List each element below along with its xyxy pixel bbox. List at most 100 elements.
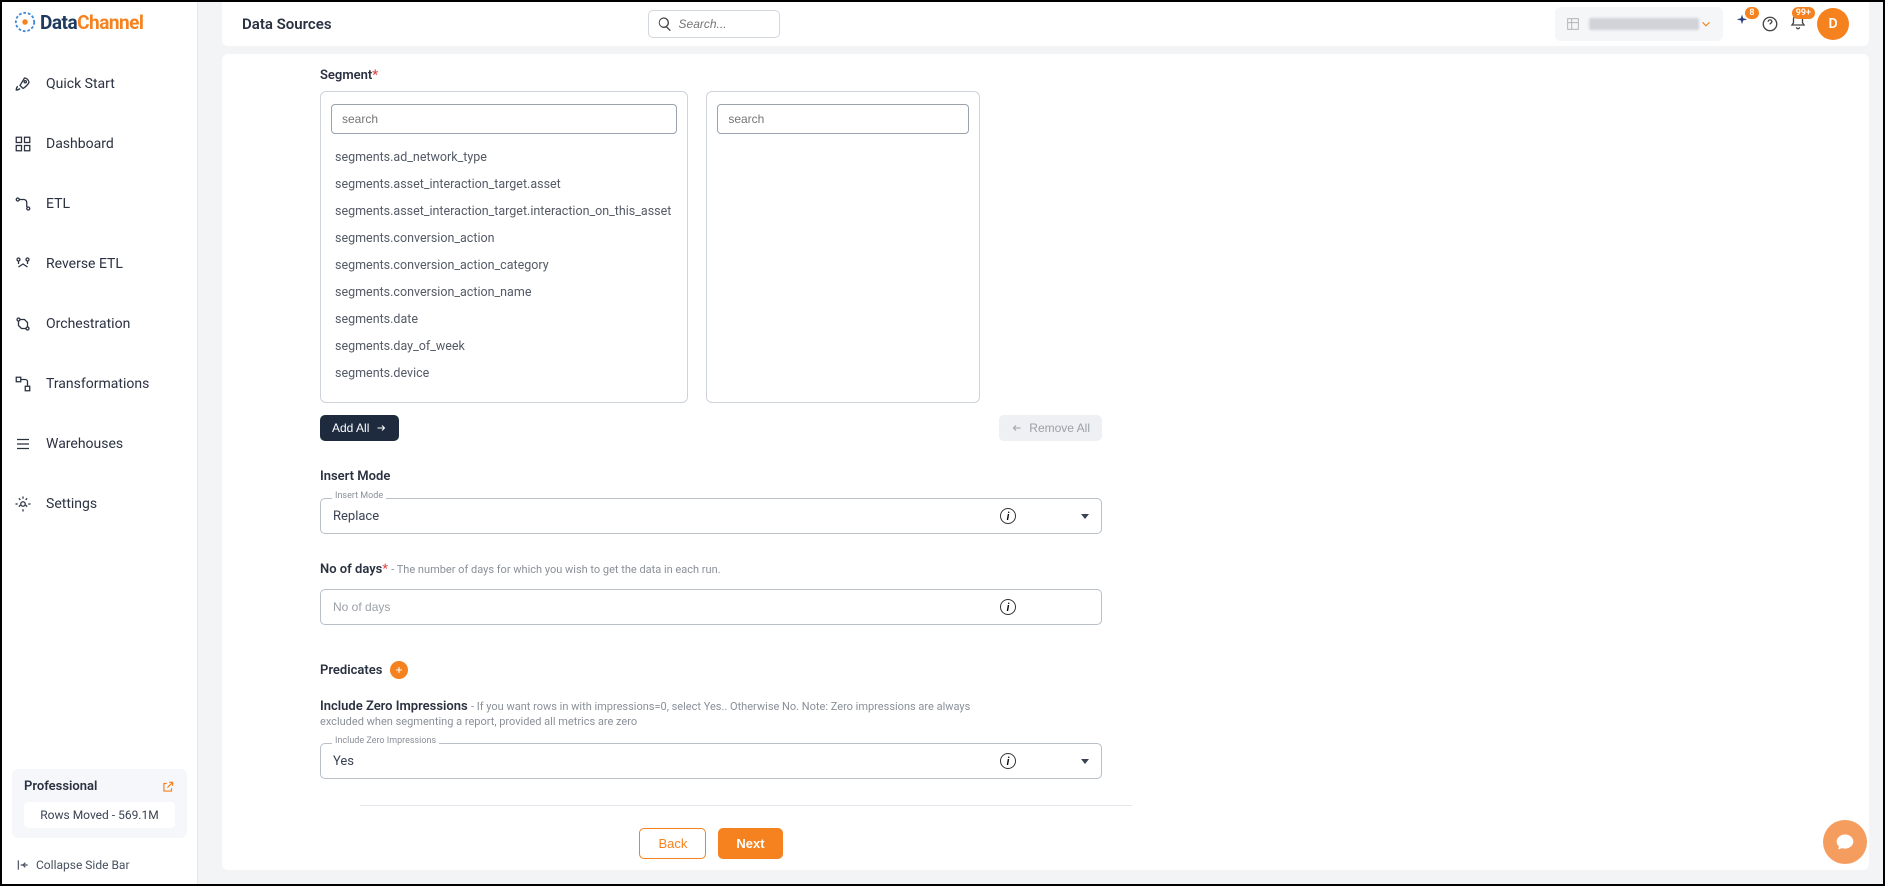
- nav-quick-start[interactable]: Quick Start: [2, 64, 197, 104]
- segment-item[interactable]: segments.date: [331, 306, 675, 333]
- sparkle-badge: 8: [1745, 7, 1759, 19]
- chat-icon: [1835, 832, 1855, 852]
- nav-transformations[interactable]: Transformations: [2, 364, 197, 404]
- no-of-days-help: - The number of days for which you wish …: [391, 563, 720, 576]
- etl-icon: [14, 195, 32, 213]
- back-button[interactable]: Back: [639, 828, 706, 859]
- plan-title: Professional: [24, 779, 175, 794]
- insert-mode-field: Insert Mode Replace i: [320, 498, 980, 534]
- org-icon: [1565, 16, 1581, 32]
- sparkle-button[interactable]: 8: [1733, 13, 1751, 35]
- nav-label: Settings: [46, 496, 97, 512]
- add-predicate-button[interactable]: [390, 661, 408, 679]
- help-icon[interactable]: [1761, 15, 1779, 33]
- selected-items[interactable]: [717, 144, 969, 388]
- caret-down-icon: [1081, 514, 1089, 519]
- plan-card: Professional Rows Moved - 569.1M: [12, 769, 187, 838]
- nav-label: ETL: [46, 196, 70, 212]
- include-zero-float: Include Zero Impressions: [332, 736, 439, 746]
- segment-item[interactable]: segments.conversion_action_name: [331, 279, 675, 306]
- logo-text: DataChannel: [40, 11, 143, 34]
- workspace-selector[interactable]: [1555, 7, 1723, 41]
- available-search[interactable]: [331, 104, 677, 134]
- sidebar: DataChannel Quick Start Dashboard ETL Re…: [2, 2, 198, 884]
- nav-etl[interactable]: ETL: [2, 184, 197, 224]
- selected-listbox: [706, 91, 980, 403]
- no-of-days-input[interactable]: [320, 589, 1102, 625]
- info-icon[interactable]: i: [1000, 753, 1016, 769]
- collapse-label: Collapse Side Bar: [36, 858, 130, 872]
- segment-item[interactable]: segments.device: [331, 360, 675, 387]
- avatar[interactable]: D: [1817, 8, 1849, 40]
- nav-dashboard[interactable]: Dashboard: [2, 124, 197, 164]
- bell-badge: 99+: [1792, 7, 1815, 19]
- remove-all-button: Remove All: [999, 415, 1102, 441]
- no-of-days-label: No of days: [320, 562, 382, 577]
- search-input[interactable]: [679, 17, 759, 31]
- segment-item[interactable]: segments.ad_network_type: [331, 144, 675, 171]
- nav-settings[interactable]: Settings: [2, 484, 197, 524]
- logo[interactable]: DataChannel: [2, 2, 197, 42]
- selected-search[interactable]: [717, 104, 969, 134]
- transformations-icon: [14, 375, 32, 393]
- notifications-button[interactable]: 99+: [1789, 13, 1807, 35]
- chevron-down-icon: [1699, 17, 1713, 31]
- rocket-icon: [14, 75, 32, 93]
- arrow-left-icon: [1011, 422, 1023, 434]
- add-all-button[interactable]: Add All: [320, 415, 399, 441]
- include-zero-label: Include Zero Impressions: [320, 699, 468, 714]
- divider: [360, 805, 1132, 806]
- remove-all-label: Remove All: [1029, 421, 1090, 435]
- segment-label: Segment*: [320, 68, 980, 83]
- nav-orchestration[interactable]: Orchestration: [2, 304, 197, 344]
- insert-mode-label: Insert Mode: [320, 469, 980, 484]
- nav-label: Orchestration: [46, 316, 130, 332]
- predicates-row: Predicates: [320, 661, 980, 679]
- nav: Quick Start Dashboard ETL Reverse ETL Or…: [2, 42, 197, 769]
- gear-icon: [14, 495, 32, 513]
- segment-item[interactable]: segments.asset_interaction_target.asset: [331, 171, 675, 198]
- collapse-sidebar[interactable]: Collapse Side Bar: [2, 846, 197, 884]
- collapse-icon: [16, 858, 30, 872]
- nav-label: Reverse ETL: [46, 256, 123, 272]
- reverse-etl-icon: [14, 255, 32, 273]
- page-title: Data Sources: [242, 15, 332, 33]
- include-zero-value: Yes: [333, 754, 354, 769]
- include-zero-select[interactable]: Yes: [320, 743, 1102, 779]
- header-right: 8 99+ D: [1555, 7, 1849, 41]
- caret-down-icon: [1081, 759, 1089, 764]
- chat-fab[interactable]: [1823, 820, 1867, 864]
- segment-dual-list: segments.ad_network_type segments.asset_…: [320, 91, 980, 403]
- rows-moved: Rows Moved - 569.1M: [24, 802, 175, 828]
- content: Segment* segments.ad_network_type segmen…: [222, 54, 1869, 870]
- predicates-label: Predicates: [320, 663, 382, 678]
- no-of-days-row: i: [320, 589, 980, 625]
- arrow-right-icon: [375, 422, 387, 434]
- available-listbox: segments.ad_network_type segments.asset_…: [320, 91, 688, 403]
- global-search[interactable]: [648, 10, 780, 38]
- external-link-icon[interactable]: [161, 780, 175, 794]
- no-of-days-label-row: No of days* - The number of days for whi…: [320, 562, 980, 577]
- segment-item[interactable]: segments.conversion_action: [331, 225, 675, 252]
- available-items[interactable]: segments.ad_network_type segments.asset_…: [331, 144, 677, 388]
- segment-item[interactable]: segments.asset_interaction_target.intera…: [331, 198, 675, 225]
- nav-label: Warehouses: [46, 436, 123, 452]
- insert-mode-select[interactable]: Replace: [320, 498, 1102, 534]
- plan-name: Professional: [24, 779, 97, 794]
- header: Data Sources 8 99+ D: [222, 2, 1869, 46]
- include-zero-label-row: Include Zero Impressions - If you want r…: [320, 699, 980, 729]
- workspace-label: [1589, 18, 1699, 30]
- info-icon[interactable]: i: [1000, 599, 1016, 615]
- segment-item[interactable]: segments.day_of_week: [331, 333, 675, 360]
- segment-item[interactable]: segments.conversion_action_category: [331, 252, 675, 279]
- footer-buttons: Back Next: [320, 828, 1102, 859]
- plus-icon: [394, 665, 404, 675]
- nav-label: Quick Start: [46, 76, 115, 92]
- nav-reverse-etl[interactable]: Reverse ETL: [2, 244, 197, 284]
- dashboard-icon: [14, 135, 32, 153]
- info-icon[interactable]: i: [1000, 508, 1016, 524]
- nav-label: Dashboard: [46, 136, 114, 152]
- nav-warehouses[interactable]: Warehouses: [2, 424, 197, 464]
- insert-mode-float: Insert Mode: [332, 491, 386, 501]
- next-button[interactable]: Next: [718, 828, 782, 859]
